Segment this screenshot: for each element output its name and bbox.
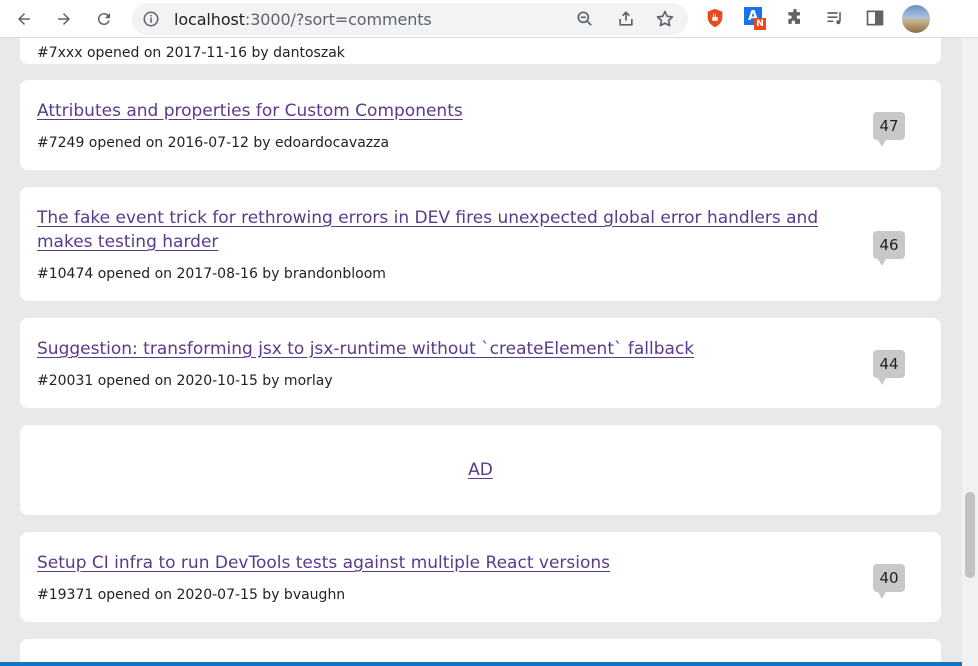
extension-translate-icon: A N: [744, 7, 766, 30]
media-queue-icon: [827, 12, 841, 25]
taskbar-edge: [0, 662, 962, 666]
extension-translate-button[interactable]: A N: [744, 7, 766, 30]
issue-meta: #7xxx opened on 2017-11-16 by dantoszak: [37, 45, 345, 61]
scrollbar-thumb[interactable]: [965, 492, 975, 578]
issue-title-link[interactable]: Attributes and properties for Custom Com…: [37, 99, 867, 123]
extensions-puzzle-icon: [788, 8, 800, 24]
ad-link[interactable]: AD: [20, 460, 941, 480]
comment-count-badge: 44: [873, 350, 905, 385]
url-text[interactable]: localhost:3000/?sort=comments: [174, 10, 432, 29]
issue-meta: #7249 opened on 2016-07-12 by edoardocav…: [37, 135, 390, 151]
issue-title-link[interactable]: Suggestion: transforming jsx to jsx-runt…: [37, 337, 867, 361]
issue-meta: #19371 opened on 2020-07-15 by bvaughn: [37, 587, 346, 603]
profile-avatar: [902, 5, 930, 33]
profile-button[interactable]: [901, 4, 931, 34]
issue-card: Attributes and properties for Custom Com…: [20, 80, 941, 170]
media-queue-button[interactable]: [824, 7, 846, 29]
issue-card: The fake event trick for rethrowing erro…: [20, 187, 941, 301]
reload-icon: [97, 13, 110, 26]
issue-meta: #20031 opened on 2020-10-15 by morlay: [37, 373, 333, 389]
address-bar[interactable]: localhost:3000/?sort=comments: [132, 3, 688, 35]
extension-shield-button[interactable]: [704, 7, 726, 29]
browser-toolbar: localhost:3000/?sort=comments A N: [0, 0, 978, 38]
side-panel-icon: [866, 10, 884, 26]
issue-meta: #10474 opened on 2017-08-16 by brandonbl…: [37, 266, 386, 282]
back-icon: [18, 13, 30, 25]
issue-card-partial: #7xxx opened on 2017-11-16 by dantoszak: [20, 38, 941, 64]
ad-card: AD: [20, 425, 941, 515]
issue-list: #7xxx opened on 2017-11-16 by dantoszak …: [0, 38, 962, 666]
translate-badge: N: [754, 18, 766, 30]
issue-card: Suggestion: transforming jsx to jsx-runt…: [20, 318, 941, 408]
zoom-icon[interactable]: [575, 9, 595, 29]
extension-shield-icon: [707, 8, 723, 28]
share-icon[interactable]: [616, 9, 636, 29]
issue-card: Setup CI infra to run DevTools tests aga…: [20, 532, 941, 622]
info-icon[interactable]: [142, 10, 160, 28]
reload-button[interactable]: [90, 5, 118, 33]
bookmark-star-icon[interactable]: [655, 9, 675, 29]
comment-count-badge: 46: [873, 231, 905, 266]
issue-title-link[interactable]: The fake event trick for rethrowing erro…: [37, 206, 867, 254]
page-scrollbar[interactable]: [962, 38, 978, 666]
forward-button[interactable]: [50, 5, 78, 33]
side-panel-button[interactable]: [864, 7, 886, 29]
comment-count-badge: 40: [873, 564, 905, 599]
forward-icon: [58, 13, 70, 25]
issue-title-link[interactable]: Setup CI infra to run DevTools tests aga…: [37, 551, 867, 575]
extensions-button[interactable]: [784, 7, 806, 29]
comment-count-badge: 47: [873, 112, 905, 147]
back-button[interactable]: [10, 5, 38, 33]
